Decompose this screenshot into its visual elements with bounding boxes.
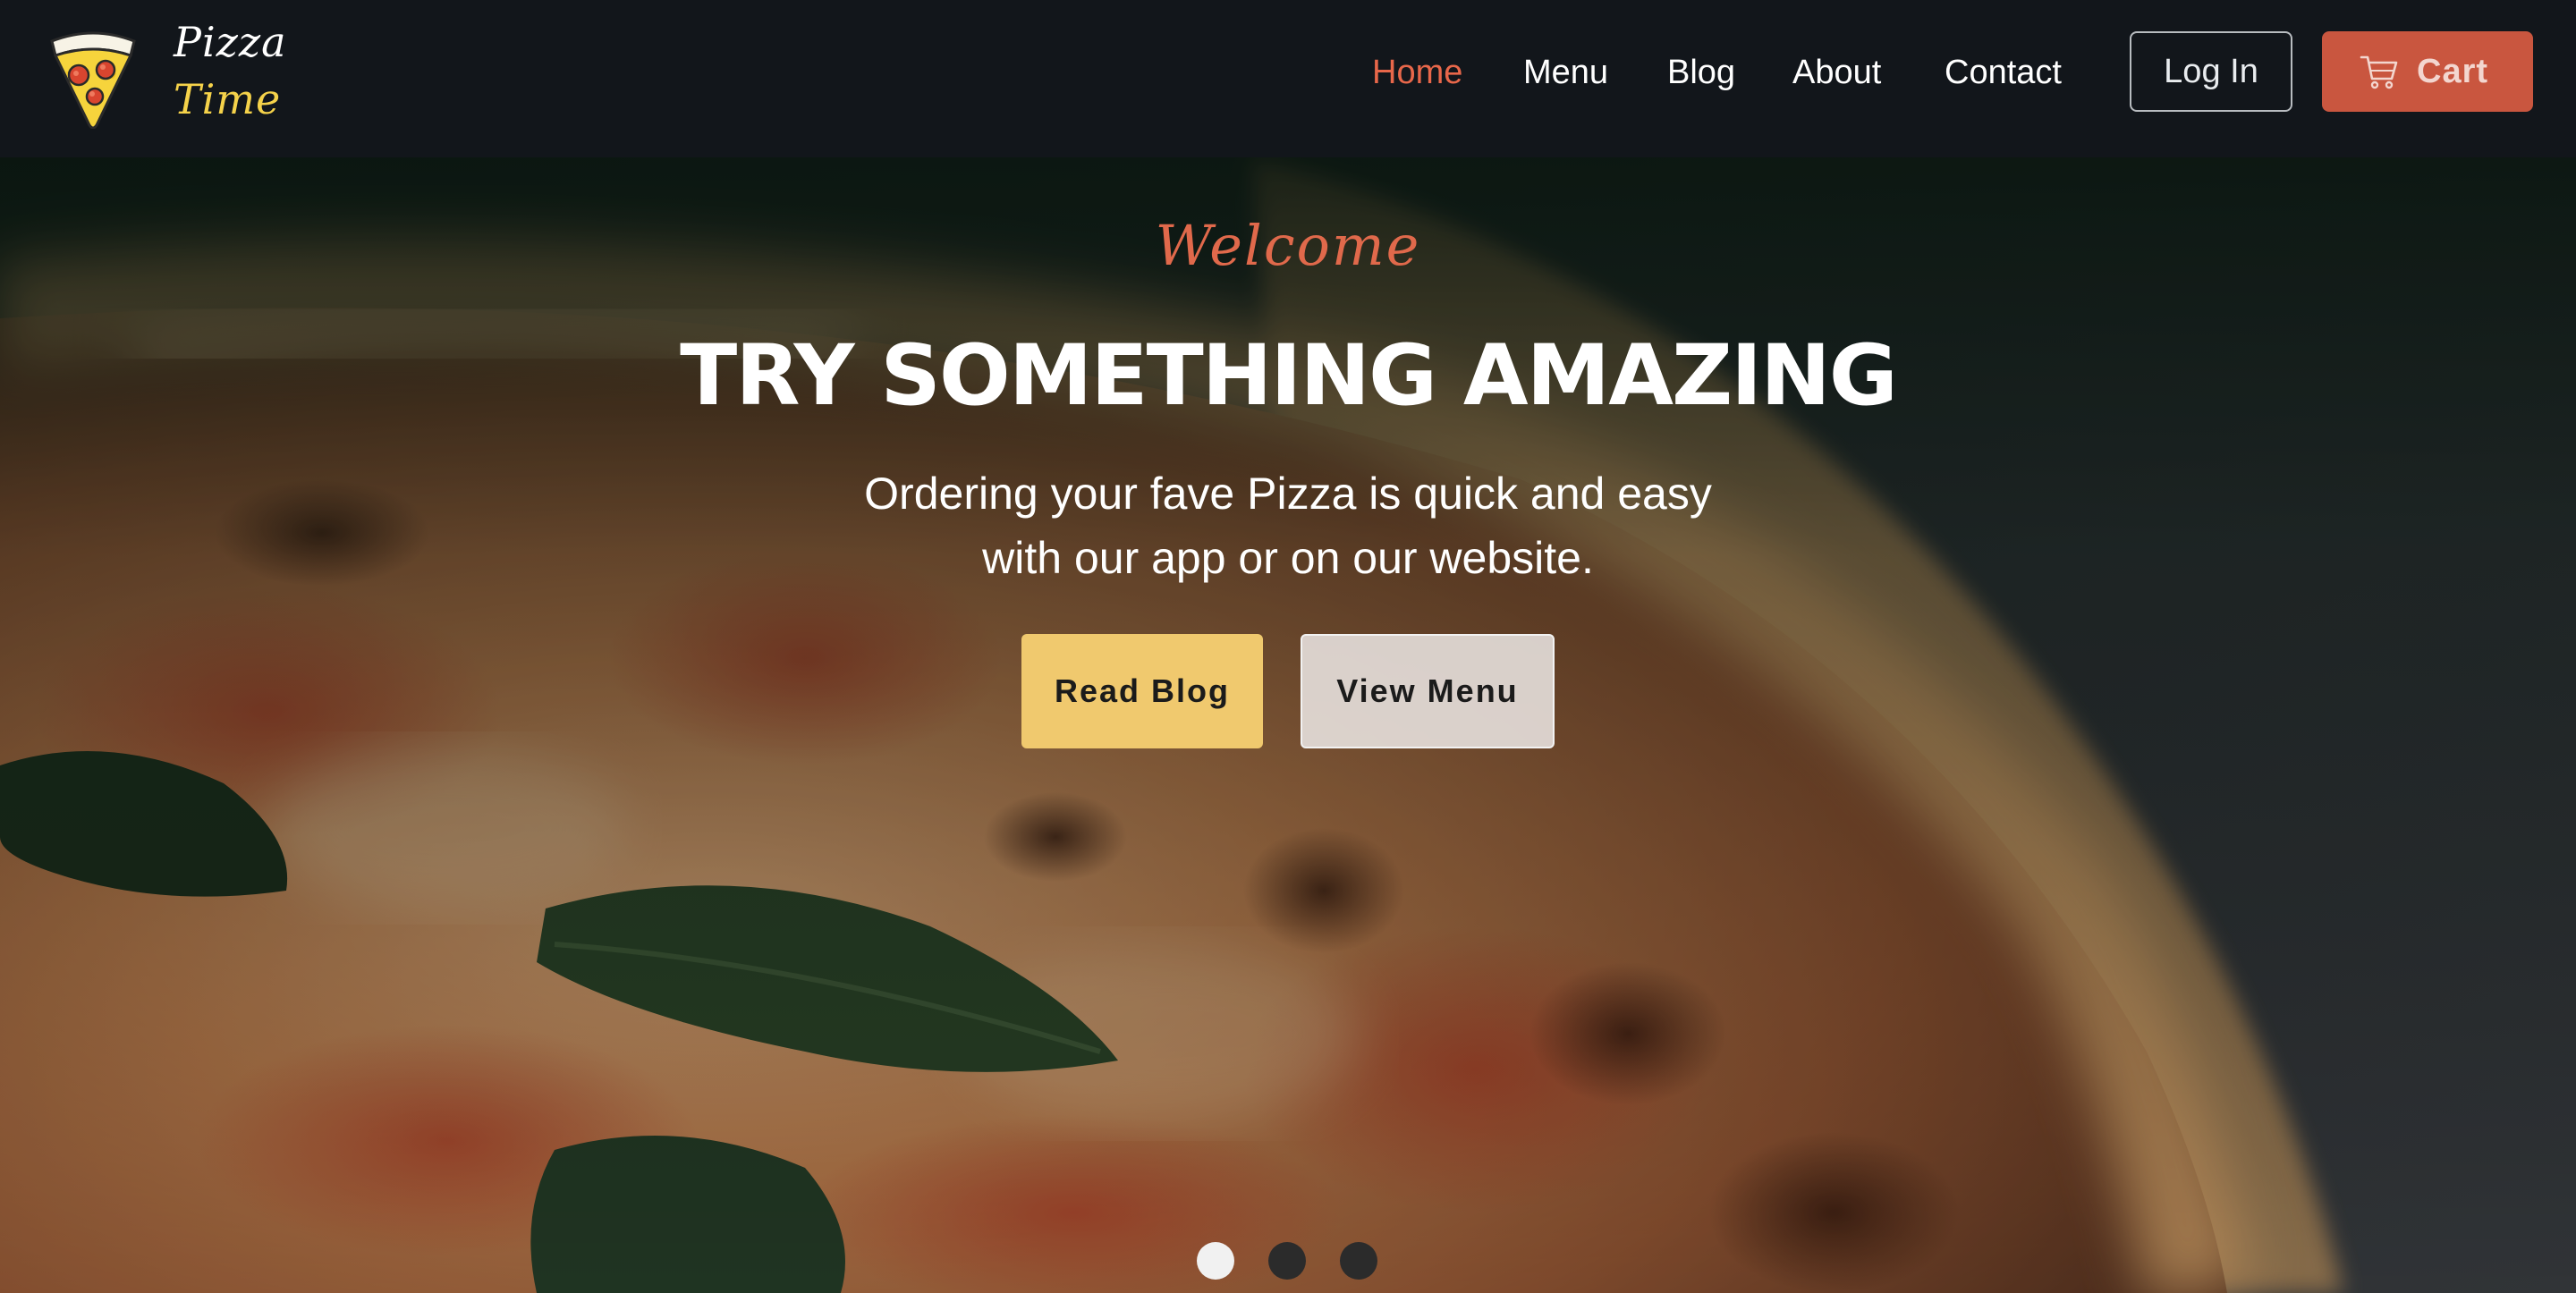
- carousel-dot-2[interactable]: [1268, 1242, 1306, 1280]
- nav-blog[interactable]: Blog: [1667, 52, 1735, 93]
- nav-contact[interactable]: Contact: [1945, 52, 2062, 93]
- cart-button[interactable]: Cart: [2322, 31, 2533, 112]
- hero-subtitle-line-2: with our app or on our website.: [982, 533, 1594, 583]
- nav-home[interactable]: Home: [1372, 52, 1462, 93]
- nav-menu[interactable]: Menu: [1523, 52, 1608, 93]
- read-blog-button[interactable]: Read Blog: [1021, 634, 1263, 748]
- hero-section: Welcome TRY SOMETHING AMAZING Ordering y…: [0, 157, 2576, 1293]
- shopping-cart-icon: [2360, 55, 2398, 89]
- cart-label: Cart: [2417, 53, 2489, 90]
- brand-logo-link[interactable]: Pizza Time: [47, 20, 315, 136]
- site-header: Pizza Time Home Menu Blog About Contact …: [0, 0, 2576, 157]
- hero-headline: TRY SOMETHING AMAZING: [680, 327, 1898, 425]
- carousel-dot-3[interactable]: [1340, 1242, 1377, 1280]
- brand-name-line-2: Time: [174, 75, 282, 123]
- pizza-slice-icon: [50, 31, 136, 129]
- nav-about[interactable]: About: [1792, 52, 1881, 93]
- hero-subtitle: Ordering your fave Pizza is quick and ea…: [0, 461, 2576, 590]
- login-button[interactable]: Log In: [2130, 31, 2292, 112]
- brand-name-line-1: Pizza: [174, 18, 287, 66]
- hero-subtitle-line-1: Ordering your fave Pizza is quick and ea…: [864, 469, 1712, 519]
- carousel-dot-1[interactable]: [1197, 1242, 1234, 1280]
- hero-eyebrow: Welcome: [1155, 213, 1421, 278]
- page: Pizza Time Home Menu Blog About Contact …: [0, 0, 2576, 1293]
- view-menu-button[interactable]: View Menu: [1301, 634, 1555, 748]
